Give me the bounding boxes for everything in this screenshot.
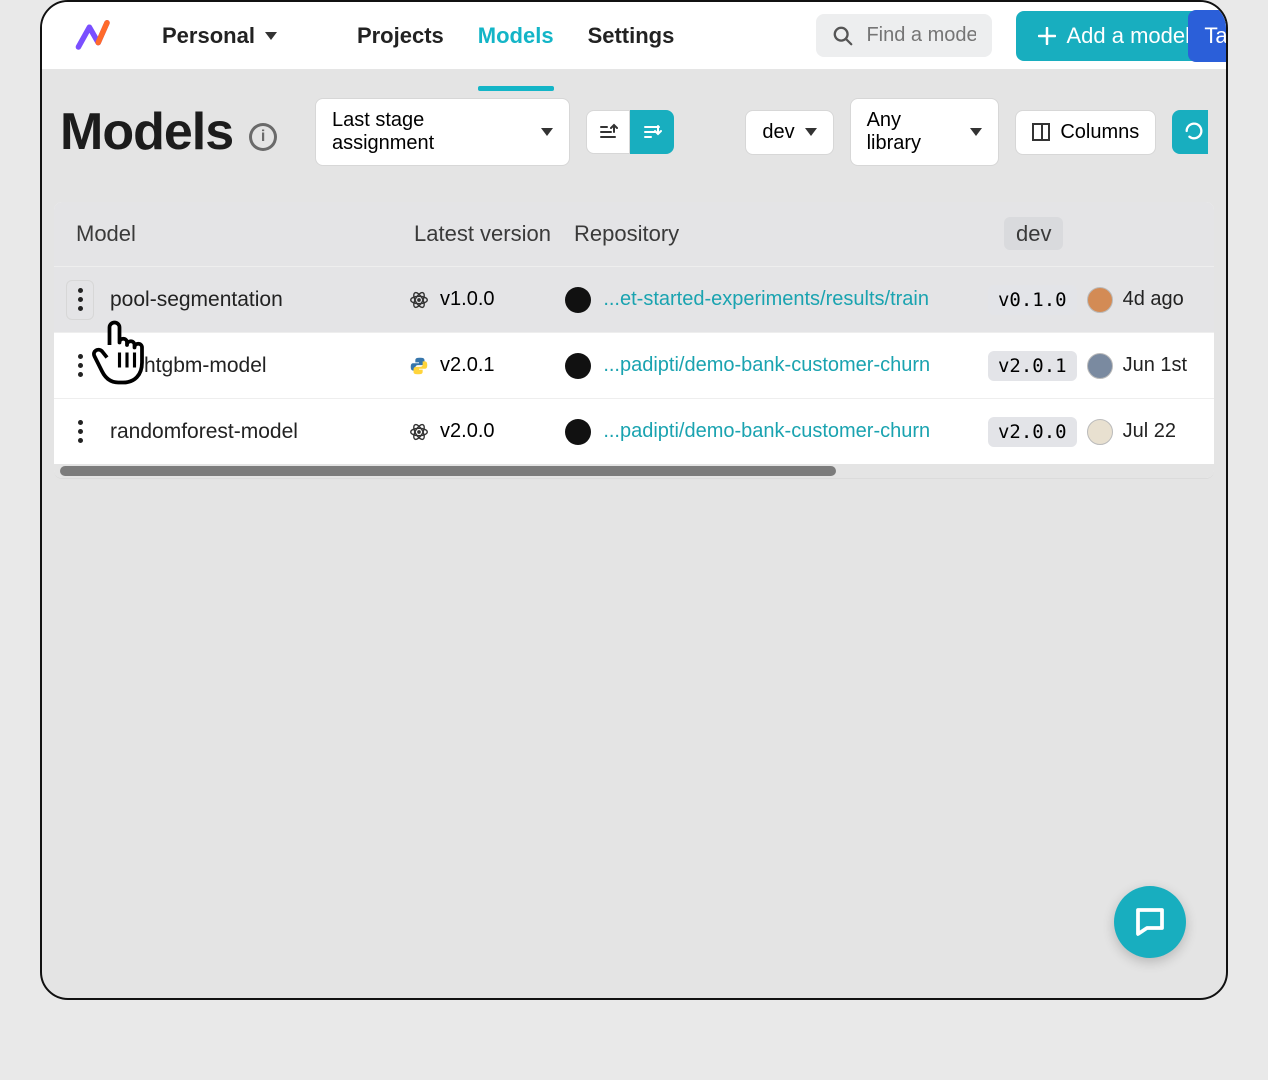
- model-name: pool-segmentation: [110, 288, 283, 312]
- library-filter[interactable]: Any library: [850, 98, 1000, 166]
- framework-icon: [408, 355, 430, 377]
- chevron-down-icon: [265, 32, 277, 40]
- topbar: Personal Projects Models Settings Add a …: [42, 2, 1226, 70]
- col-dev[interactable]: dev: [1004, 221, 1204, 247]
- row-menu-button[interactable]: [66, 280, 94, 320]
- sort-desc-button[interactable]: [630, 110, 674, 154]
- dev-time: Jun 1st: [1123, 354, 1187, 377]
- add-model-label: Add a model: [1066, 23, 1190, 49]
- models-table: Model Latest version Repository dev pool…: [54, 202, 1214, 478]
- chevron-down-icon: [541, 128, 553, 136]
- plus-icon: [1038, 27, 1056, 45]
- library-filter-label: Any library: [867, 109, 961, 155]
- avatar: [1087, 287, 1113, 313]
- row-menu-button[interactable]: [66, 412, 94, 452]
- refresh-button[interactable]: [1172, 110, 1208, 154]
- table-row[interactable]: pool-segmentation v1.0.0 ...et-started-e…: [54, 266, 1214, 332]
- github-icon: [565, 419, 591, 445]
- info-icon[interactable]: i: [249, 123, 277, 151]
- page-title: Models: [60, 102, 233, 162]
- dev-time: 4d ago: [1123, 288, 1184, 311]
- search-box[interactable]: [816, 14, 992, 57]
- sort-label: Last stage assignment: [332, 109, 531, 155]
- table-row[interactable]: randomforest-model v2.0.0 ...padipti/dem…: [54, 398, 1214, 464]
- scrollbar-thumb[interactable]: [60, 466, 836, 476]
- avatar: [1087, 419, 1113, 445]
- main-nav: Projects Models Settings: [357, 23, 674, 49]
- chevron-down-icon: [970, 128, 982, 136]
- repo-link[interactable]: ...padipti/demo-bank-customer-churn: [603, 420, 930, 443]
- model-name: randomforest-model: [110, 420, 298, 444]
- columns-icon: [1032, 123, 1050, 141]
- columns-button[interactable]: Columns: [1015, 110, 1156, 155]
- workspace-switcher[interactable]: Personal: [162, 23, 277, 49]
- workspace-label: Personal: [162, 23, 255, 49]
- horizontal-scrollbar[interactable]: [54, 464, 1214, 478]
- logo[interactable]: [70, 16, 122, 56]
- search-input[interactable]: [866, 24, 976, 47]
- search-icon: [832, 25, 854, 47]
- framework-icon: [408, 289, 430, 311]
- stage-filter[interactable]: dev: [745, 110, 833, 155]
- chat-button[interactable]: [1114, 886, 1186, 958]
- col-repo[interactable]: Repository: [574, 221, 1004, 247]
- page-header: Models i Last stage assignment dev Any l…: [42, 70, 1226, 180]
- col-model[interactable]: Model: [54, 221, 414, 247]
- col-version[interactable]: Latest version: [414, 221, 574, 247]
- sort-asc-button[interactable]: [586, 110, 630, 154]
- dev-time: Jul 22: [1123, 420, 1176, 443]
- version-label: v2.0.1: [440, 354, 494, 377]
- app-frame: Personal Projects Models Settings Add a …: [40, 0, 1228, 1000]
- framework-icon: [408, 421, 430, 443]
- table-header: Model Latest version Repository dev: [54, 202, 1214, 266]
- dev-version: v0.1.0: [988, 285, 1077, 315]
- version-label: v1.0.0: [440, 288, 494, 311]
- nav-settings[interactable]: Settings: [588, 23, 675, 69]
- avatar: [1087, 353, 1113, 379]
- chat-icon: [1132, 904, 1168, 940]
- nav-models[interactable]: Models: [478, 23, 554, 69]
- github-icon: [565, 287, 591, 313]
- add-model-button[interactable]: Add a model: [1016, 11, 1212, 61]
- dev-version: v2.0.1: [988, 351, 1077, 381]
- sort-dropdown[interactable]: Last stage assignment: [315, 98, 570, 166]
- row-menu-button[interactable]: [66, 346, 94, 386]
- columns-label: Columns: [1060, 121, 1139, 144]
- stage-filter-label: dev: [762, 121, 794, 144]
- cut-button[interactable]: Ta: [1188, 10, 1228, 62]
- dev-version: v2.0.0: [988, 417, 1077, 447]
- nav-projects[interactable]: Projects: [357, 23, 444, 69]
- version-label: v2.0.0: [440, 420, 494, 443]
- github-icon: [565, 353, 591, 379]
- repo-link[interactable]: ...padipti/demo-bank-customer-churn: [603, 354, 930, 377]
- chevron-down-icon: [805, 128, 817, 136]
- table-row[interactable]: htgbm-model v2.0.1 ...padipti/demo-bank-…: [54, 332, 1214, 398]
- sort-direction-group: [586, 110, 674, 154]
- model-name: htgbm-model: [144, 354, 267, 378]
- repo-link[interactable]: ...et-started-experiments/results/train: [603, 288, 929, 311]
